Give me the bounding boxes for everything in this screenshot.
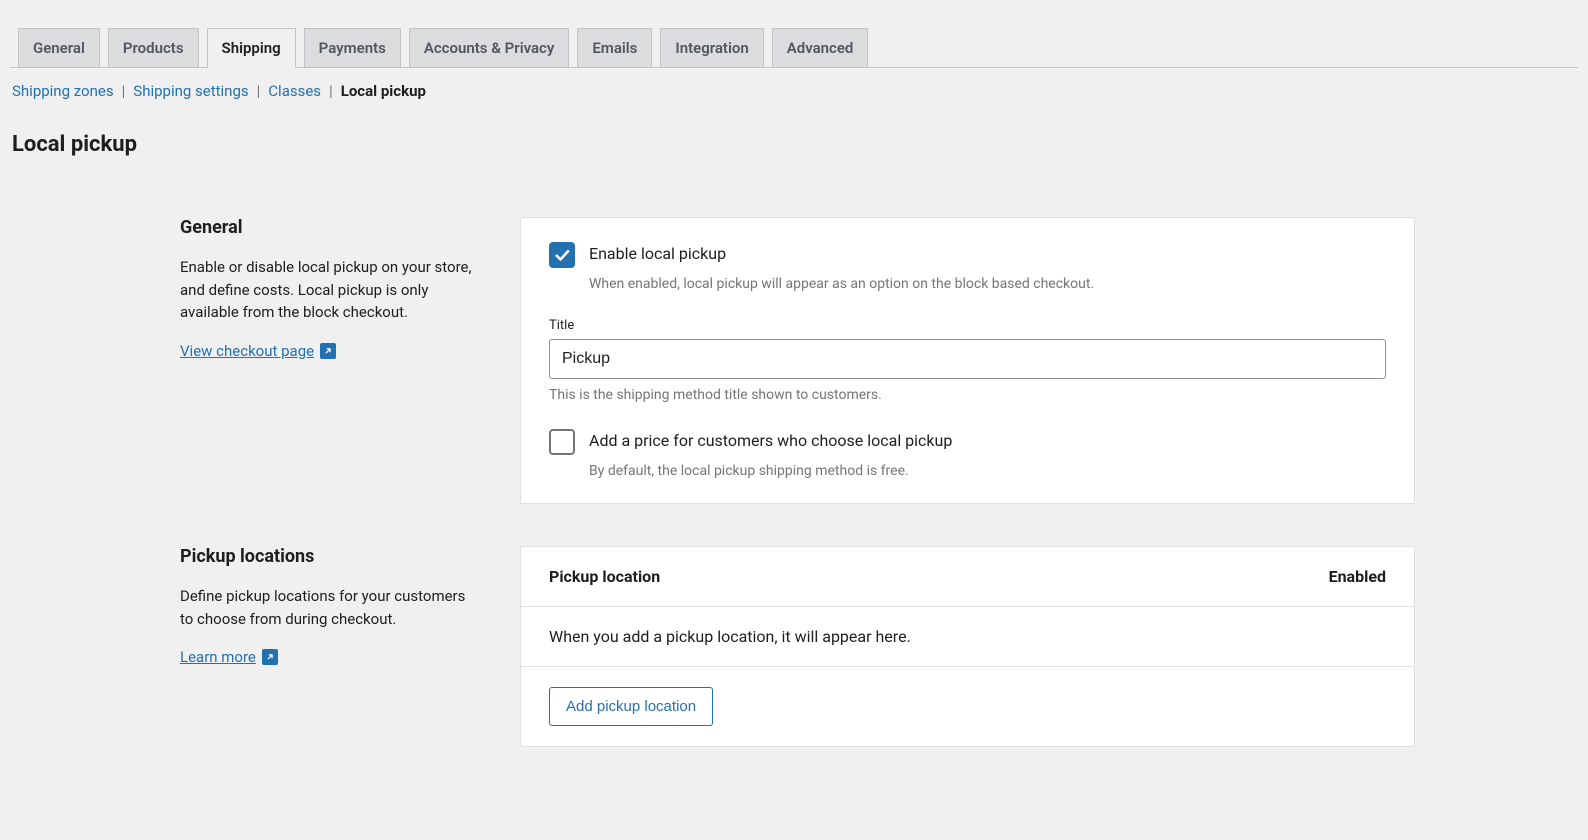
- title-input[interactable]: [549, 339, 1386, 379]
- enable-local-pickup-label: Enable local pickup: [589, 242, 726, 263]
- general-description: Enable or disable local pickup on your s…: [180, 256, 480, 324]
- general-heading: General: [180, 217, 480, 238]
- settings-tabs: General Products Shipping Payments Accou…: [10, 0, 1578, 68]
- shipping-subnav: Shipping zones | Shipping settings | Cla…: [10, 68, 1578, 100]
- title-field-help: This is the shipping method title shown …: [549, 387, 1386, 403]
- separator: |: [329, 82, 333, 100]
- enable-local-pickup-checkbox[interactable]: [549, 242, 575, 268]
- general-settings-block: General Enable or disable local pickup o…: [10, 217, 1578, 504]
- view-checkout-link[interactable]: View checkout page: [180, 342, 336, 360]
- locations-side: Pickup locations Define pickup locations…: [180, 546, 480, 747]
- tab-emails[interactable]: Emails: [577, 28, 652, 67]
- general-side: General Enable or disable local pickup o…: [180, 217, 480, 504]
- learn-more-link-text: Learn more: [180, 648, 256, 666]
- locations-table-header: Pickup location Enabled: [521, 547, 1414, 607]
- external-link-icon: [262, 649, 278, 665]
- locations-description: Define pickup locations for your custome…: [180, 585, 480, 630]
- locations-heading: Pickup locations: [180, 546, 480, 567]
- add-pickup-location-button[interactable]: Add pickup location: [549, 687, 713, 726]
- separator: |: [257, 82, 261, 100]
- page-title: Local pickup: [10, 100, 1578, 157]
- separator: |: [122, 82, 126, 100]
- tab-advanced[interactable]: Advanced: [772, 28, 869, 67]
- tab-products[interactable]: Products: [108, 28, 199, 67]
- learn-more-link[interactable]: Learn more: [180, 648, 278, 666]
- col-enabled: Enabled: [1329, 567, 1386, 586]
- general-panel: Enable local pickup When enabled, local …: [520, 217, 1415, 504]
- subnav-shipping-zones[interactable]: Shipping zones: [12, 82, 114, 100]
- add-price-checkbox[interactable]: [549, 429, 575, 455]
- col-pickup-location: Pickup location: [549, 567, 660, 586]
- enable-local-pickup-help: When enabled, local pickup will appear a…: [589, 276, 1386, 292]
- title-field-label: Title: [549, 318, 1386, 333]
- view-checkout-link-text: View checkout page: [180, 342, 314, 360]
- tab-integration[interactable]: Integration: [660, 28, 763, 67]
- locations-empty-message: When you add a pickup location, it will …: [521, 607, 1414, 667]
- add-price-label: Add a price for customers who choose loc…: [589, 429, 952, 450]
- tab-payments[interactable]: Payments: [304, 28, 401, 67]
- locations-panel: Pickup location Enabled When you add a p…: [520, 546, 1415, 747]
- pickup-locations-block: Pickup locations Define pickup locations…: [10, 546, 1578, 747]
- tab-general[interactable]: General: [18, 28, 100, 67]
- add-price-help: By default, the local pickup shipping me…: [589, 463, 1386, 479]
- subnav-classes[interactable]: Classes: [268, 82, 321, 100]
- tab-shipping[interactable]: Shipping: [207, 28, 296, 68]
- subnav-current: Local pickup: [341, 82, 426, 100]
- subnav-shipping-settings[interactable]: Shipping settings: [133, 82, 248, 100]
- external-link-icon: [320, 343, 336, 359]
- tab-accounts-privacy[interactable]: Accounts & Privacy: [409, 28, 570, 67]
